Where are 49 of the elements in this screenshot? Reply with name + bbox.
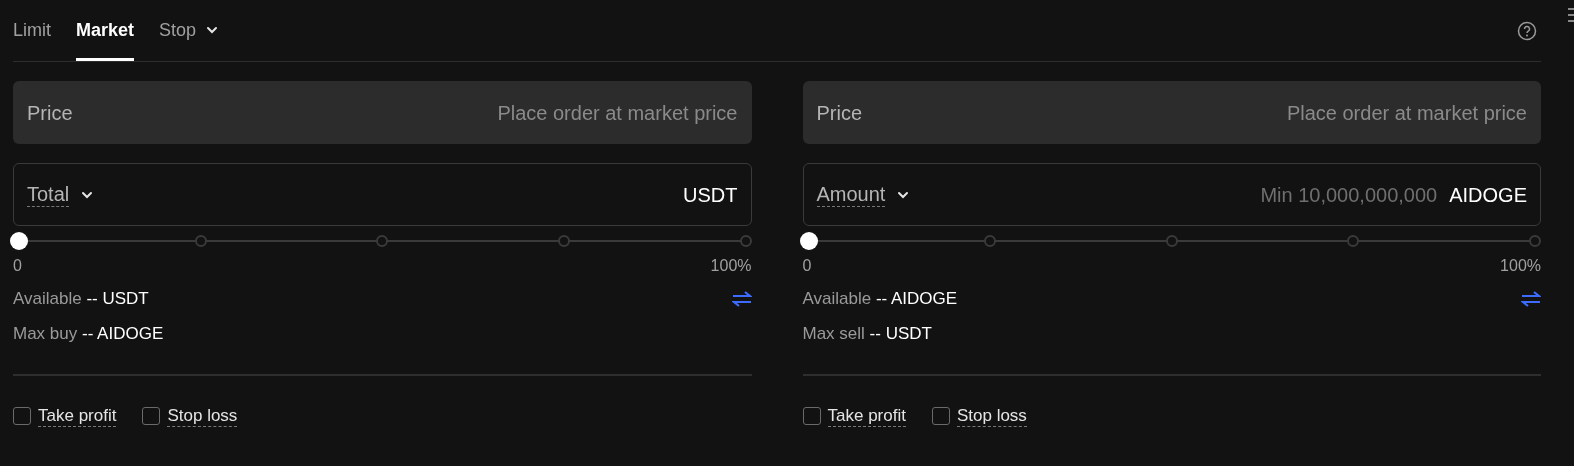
max-amount: Max sell -- USDT — [802, 323, 932, 343]
amount-label[interactable]: Amount — [816, 182, 886, 207]
available-balance: Available -- AIDOGE — [802, 288, 958, 310]
option-label[interactable]: Take profit — [827, 405, 906, 427]
price-input[interactable]: Place order at market price — [417, 97, 738, 128]
checkbox[interactable] — [931, 407, 950, 425]
available-balance: Available -- USDT — [13, 288, 149, 310]
amount-field[interactable]: Total USDT — [13, 163, 752, 226]
price-label: Price — [27, 100, 73, 126]
slider-thumb[interactable] — [799, 232, 818, 250]
slider-min-label: 0 — [802, 256, 812, 276]
order-type-tab[interactable]: Market — [76, 0, 135, 61]
unit-label: USDT — [683, 182, 738, 208]
price-input[interactable]: Place order at market price — [1207, 97, 1527, 128]
price-field[interactable]: Price Place order at market price — [13, 81, 752, 144]
chevron-down-icon — [81, 190, 94, 199]
slider-tick[interactable] — [984, 235, 997, 247]
amount-field[interactable]: Amount Min 10,000,000,000 AIDOGE — [802, 163, 1541, 226]
menu-icon[interactable] — [1568, 8, 1574, 22]
option-label[interactable]: Stop loss — [956, 405, 1027, 427]
help-icon[interactable] — [1517, 21, 1537, 41]
order-type-tab[interactable]: Stop — [159, 0, 219, 61]
swap-icon[interactable] — [731, 290, 752, 307]
slider-tick[interactable] — [194, 235, 207, 247]
slider-tick[interactable] — [1165, 235, 1178, 247]
price-field[interactable]: Price Place order at market price — [802, 81, 1541, 144]
max-amount: Max buy -- AIDOGE — [13, 323, 164, 343]
chevron-down-icon — [206, 26, 219, 34]
order-type-tab[interactable]: Limit — [13, 0, 51, 61]
unit-label: AIDOGE — [1449, 182, 1527, 208]
checkbox[interactable] — [802, 407, 821, 425]
slider-max-label: 100% — [1500, 256, 1541, 276]
slider-thumb[interactable] — [10, 232, 28, 250]
slider-tick[interactable] — [1529, 235, 1541, 247]
checkbox[interactable] — [13, 407, 31, 425]
amount-input[interactable]: Min 10,000,000,000 — [921, 179, 1438, 210]
slider-tick[interactable] — [739, 235, 752, 247]
checkbox[interactable] — [142, 407, 161, 425]
slider-tick[interactable] — [376, 235, 389, 247]
slider-tick[interactable] — [1347, 235, 1360, 247]
option-label[interactable]: Stop loss — [167, 405, 238, 427]
slider-min-label: 0 — [13, 256, 22, 276]
price-label: Price — [816, 100, 863, 126]
swap-icon[interactable] — [1521, 290, 1541, 307]
amount-label[interactable]: Total — [27, 182, 70, 207]
option-label[interactable]: Take profit — [38, 405, 117, 427]
chevron-down-icon — [897, 190, 910, 199]
slider-tick[interactable] — [557, 235, 570, 247]
slider-max-label: 100% — [710, 256, 752, 276]
